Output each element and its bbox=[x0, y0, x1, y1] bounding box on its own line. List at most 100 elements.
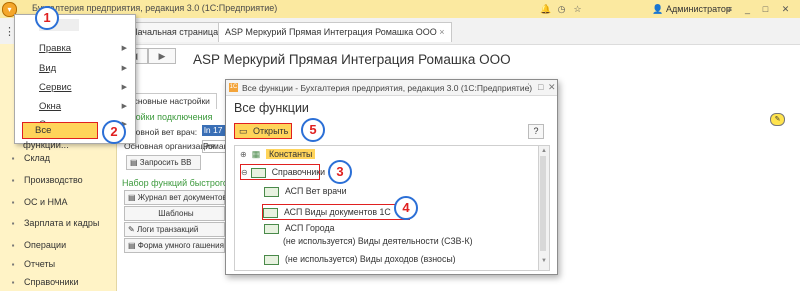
expand-plus-icon[interactable]: ⊕ bbox=[240, 150, 247, 159]
operations-icon: ▪ bbox=[11, 241, 15, 250]
chevron-right-icon: ▶ bbox=[121, 65, 127, 72]
dialog-menu-icon[interactable]: ⋮ bbox=[524, 82, 533, 93]
sidebar-item-os-nma[interactable]: ▪ ОС и НМА bbox=[8, 194, 68, 211]
scroll-up-icon[interactable]: ▲ bbox=[541, 148, 547, 154]
tree-row-label: АСП Виды документов 1С bbox=[284, 207, 391, 217]
journal-label: Журнал вет документов bbox=[137, 193, 227, 202]
vet-field[interactable]: ln 17 bbox=[202, 125, 226, 136]
scroll-thumb[interactable] bbox=[540, 156, 546, 251]
dialog-heading: Все функции bbox=[234, 101, 309, 115]
templates-button[interactable]: Шаблоны bbox=[124, 206, 225, 221]
sidebar-item-operations[interactable]: ▪ Операции bbox=[8, 237, 67, 254]
forward-button[interactable]: ▶ bbox=[148, 48, 176, 64]
collapse-minus-icon[interactable]: ⊖ bbox=[241, 168, 248, 177]
tree-scrollbar[interactable]: ▲ ▼ bbox=[538, 145, 550, 271]
catalog-icon bbox=[263, 207, 278, 218]
tree-row-activity-types[interactable]: (не используется) Виды деятельности (СЗВ… bbox=[264, 234, 473, 248]
catalog-icon bbox=[264, 254, 279, 265]
notification-icon[interactable]: 🔔 bbox=[540, 4, 551, 15]
tree-row-label: Константы bbox=[266, 149, 316, 159]
org-field[interactable]: Ромаш bbox=[202, 140, 230, 153]
menu-item-all-functions[interactable]: Все функции... bbox=[22, 122, 98, 151]
maximize-icon[interactable]: □ bbox=[760, 4, 771, 15]
catalog-icon bbox=[264, 223, 279, 234]
open-label: Открыть bbox=[253, 126, 289, 136]
chevron-right-icon: ▶ bbox=[121, 103, 127, 110]
production-icon: ▪ bbox=[11, 176, 15, 185]
tree-row-label: АСП Вет врачи bbox=[285, 186, 347, 196]
menu-icon[interactable]: ≡ bbox=[724, 4, 735, 15]
chat-icon[interactable]: ✎ bbox=[770, 113, 785, 126]
star-icon[interactable]: ☆ bbox=[572, 4, 583, 15]
dialog-close-icon[interactable]: ✕ bbox=[548, 82, 556, 93]
menu-item-view[interactable]: Вид ▶ bbox=[15, 59, 135, 78]
tree-row-vet-doctors[interactable]: АСП Вет врачи bbox=[264, 184, 347, 198]
tab-close-icon[interactable]: × bbox=[439, 27, 444, 37]
menu-item-service[interactable]: Сервис ▶ bbox=[15, 78, 135, 97]
scroll-down-icon[interactable]: ▼ bbox=[541, 258, 547, 264]
tree-row-constants[interactable]: ⊕ ▦ Константы bbox=[240, 147, 316, 161]
open-button[interactable]: ▭ Открыть bbox=[234, 123, 292, 139]
menu-item-label: Правка bbox=[39, 43, 72, 54]
step-marker-1: 1 bbox=[35, 6, 59, 30]
step-marker-3: 3 bbox=[328, 160, 352, 184]
sidebar-item-references[interactable]: ▪ Справочники bbox=[8, 274, 79, 291]
sidebar-item-label: Справочники bbox=[24, 277, 79, 287]
references-icon: ▪ bbox=[11, 278, 15, 287]
references-icon bbox=[250, 167, 266, 178]
tree-row-label: (не используется) Виды деятельности (СЗВ… bbox=[283, 236, 473, 246]
journal-icon: ▤ bbox=[128, 193, 138, 202]
user-name[interactable]: Администратор bbox=[666, 4, 731, 14]
journal-button[interactable]: ▤ Журнал вет документов bbox=[124, 190, 227, 205]
step-marker-4: 4 bbox=[394, 196, 418, 220]
sidebar-item-label: Склад bbox=[24, 153, 51, 163]
sidebar-item-reports[interactable]: ▪ Отчеты bbox=[8, 256, 56, 273]
window-title: Бухгалтерия предприятия, редакция 3.0 (1… bbox=[32, 3, 278, 13]
open-icon: ▭ bbox=[239, 126, 248, 136]
sidebar-item-label: Производство bbox=[24, 175, 83, 185]
tab-document[interactable]: ASP Меркурий Прямая Интеграция Ромашка О… bbox=[218, 22, 452, 42]
sidebar-item-production[interactable]: ▪ Производство bbox=[8, 172, 83, 189]
logs-label: Логи транзакций bbox=[136, 225, 199, 234]
sidebar-item-salary[interactable]: ▪ Зарплата и кадры bbox=[8, 215, 100, 232]
dialog-maximize-icon[interactable]: □ bbox=[538, 82, 543, 92]
tree-row-label: Справочники bbox=[271, 167, 325, 177]
close-icon[interactable]: ✕ bbox=[780, 4, 791, 15]
menu-item-label: Вид bbox=[39, 63, 57, 74]
help-button[interactable]: ? bbox=[528, 124, 544, 139]
step-marker-5: 5 bbox=[301, 118, 325, 142]
smart-form-icon: ▤ bbox=[128, 241, 138, 250]
request-icon: ▤ bbox=[130, 158, 140, 167]
sidebar-item-label: Отчеты bbox=[24, 259, 56, 269]
tree-row-doc-types[interactable]: АСП Виды документов 1С bbox=[262, 204, 410, 220]
tab-home[interactable]: Начальная страница bbox=[124, 22, 226, 42]
menu-item-windows[interactable]: Окна ▶ bbox=[15, 97, 135, 116]
app-logo-icon: 1С bbox=[229, 83, 238, 92]
user-icon: 👤 bbox=[652, 4, 664, 14]
all-functions-dialog: 1С Все функции - Бухгалтерия предприятия… bbox=[225, 79, 558, 275]
chevron-right-icon: ▶ bbox=[121, 84, 127, 91]
catalog-icon bbox=[264, 186, 279, 197]
smart-form-button[interactable]: ▤ Форма умного гашения bbox=[124, 238, 225, 253]
tree-row-cities[interactable]: АСП Города bbox=[264, 221, 334, 235]
constants-icon: ▦ bbox=[251, 149, 261, 159]
logs-button[interactable]: ✎ Логи транзакций bbox=[124, 222, 225, 237]
menu-item-edit[interactable]: Правка ▶ bbox=[15, 39, 135, 58]
tree-row-income-types[interactable]: (не используется) Виды доходов (взносы) bbox=[264, 252, 456, 266]
dialog-title-bar: 1С Все функции - Бухгалтерия предприятия… bbox=[226, 80, 557, 96]
tree-row-label: АСП Города bbox=[285, 223, 335, 233]
logs-icon: ✎ bbox=[128, 225, 137, 234]
page-title: ASP Меркурий Прямая Интеграция Ромашка О… bbox=[193, 52, 511, 67]
menu-item-label: Сервис bbox=[39, 82, 72, 93]
sidebar-item-label: Зарплата и кадры bbox=[24, 218, 100, 228]
tab-document-label: ASP Меркурий Прямая Интеграция Ромашка О… bbox=[225, 27, 437, 37]
tree-row-label: (не используется) Виды доходов (взносы) bbox=[285, 254, 456, 264]
step-marker-2: 2 bbox=[102, 120, 126, 144]
request-vv-button[interactable]: ▤ Запросить ВВ bbox=[126, 155, 201, 170]
tree-row-references[interactable]: ⊖ Справочники bbox=[240, 164, 325, 180]
salary-icon: ▪ bbox=[11, 219, 15, 228]
history-icon[interactable]: ◷ bbox=[556, 4, 567, 15]
sidebar-item-label: Операции bbox=[24, 240, 67, 250]
minimize-icon[interactable]: _ bbox=[742, 4, 753, 15]
menu-item-label: Окна bbox=[39, 101, 62, 112]
